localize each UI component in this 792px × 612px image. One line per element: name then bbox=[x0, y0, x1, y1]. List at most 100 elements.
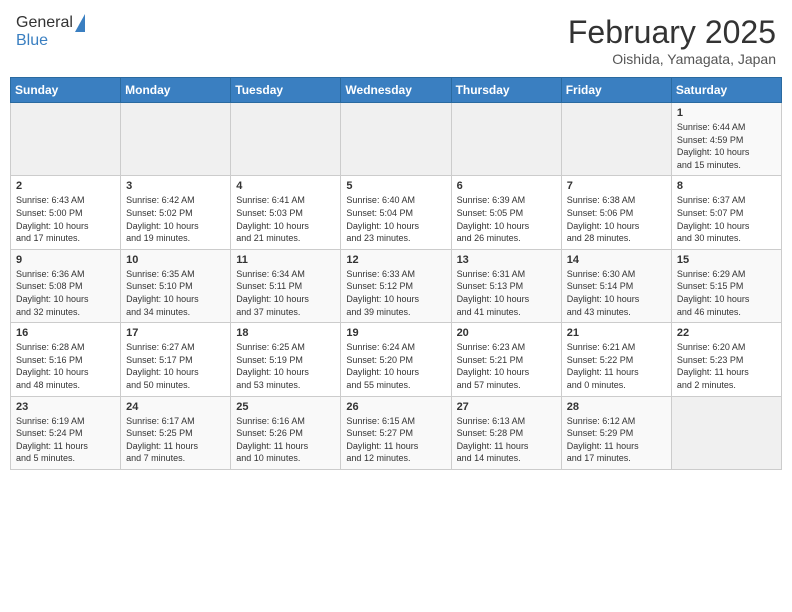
day-info: Sunrise: 6:41 AM Sunset: 5:03 PM Dayligh… bbox=[236, 194, 335, 244]
weekday-header-thursday: Thursday bbox=[451, 78, 561, 103]
day-info: Sunrise: 6:24 AM Sunset: 5:20 PM Dayligh… bbox=[346, 341, 445, 391]
day-number: 13 bbox=[457, 254, 556, 266]
day-info: Sunrise: 6:36 AM Sunset: 5:08 PM Dayligh… bbox=[16, 268, 115, 318]
calendar-cell: 28 Sunrise: 6:12 AM Sunset: 5:29 PM Dayli… bbox=[561, 396, 671, 469]
calendar-cell: 22Sunrise: 6:20 AM Sunset: 5:23 PM Dayli… bbox=[671, 323, 781, 396]
title-block: February 2025 Oishida, Yamagata, Japan bbox=[568, 14, 776, 67]
week-row-2: 2 Sunrise: 6:43 AM Sunset: 5:00 PM Daylig… bbox=[11, 176, 782, 249]
weekday-header-sunday: Sunday bbox=[11, 78, 121, 103]
calendar-cell: 11 Sunrise: 6:34 AM Sunset: 5:11 PM Dayli… bbox=[231, 249, 341, 322]
day-info: Sunrise: 6:37 AM Sunset: 5:07 PM Dayligh… bbox=[677, 194, 776, 244]
day-number: 15 bbox=[677, 254, 776, 266]
calendar-cell: 21 Sunrise: 6:21 AM Sunset: 5:22 PM Dayli… bbox=[561, 323, 671, 396]
day-info: Sunrise: 6:31 AM Sunset: 5:13 PM Dayligh… bbox=[457, 268, 556, 318]
day-number: 18 bbox=[236, 327, 335, 339]
calendar-cell: 26 Sunrise: 6:15 AM Sunset: 5:27 PM Dayli… bbox=[341, 396, 451, 469]
day-info: Sunrise: 6:19 AM Sunset: 5:24 PM Dayligh… bbox=[16, 415, 115, 465]
day-number: 9 bbox=[16, 254, 115, 266]
calendar-cell: 23 Sunrise: 6:19 AM Sunset: 5:24 PM Dayli… bbox=[11, 396, 121, 469]
calendar-cell bbox=[451, 103, 561, 176]
day-number: 4 bbox=[236, 180, 335, 192]
calendar-cell: 13 Sunrise: 6:31 AM Sunset: 5:13 PM Dayli… bbox=[451, 249, 561, 322]
calendar-cell: 16 Sunrise: 6:28 AM Sunset: 5:16 PM Dayli… bbox=[11, 323, 121, 396]
day-info: Sunrise: 6:34 AM Sunset: 5:11 PM Dayligh… bbox=[236, 268, 335, 318]
day-info: Sunrise: 6:38 AM Sunset: 5:06 PM Dayligh… bbox=[567, 194, 666, 244]
day-number: 3 bbox=[126, 180, 225, 192]
day-info: Sunrise: 6:33 AM Sunset: 5:12 PM Dayligh… bbox=[346, 268, 445, 318]
day-info: Sunrise: 6:25 AM Sunset: 5:19 PM Dayligh… bbox=[236, 341, 335, 391]
day-number: 22 bbox=[677, 327, 776, 339]
weekday-header-saturday: Saturday bbox=[671, 78, 781, 103]
weekday-header-friday: Friday bbox=[561, 78, 671, 103]
month-title: February 2025 bbox=[568, 14, 776, 51]
day-info: Sunrise: 6:21 AM Sunset: 5:22 PM Dayligh… bbox=[567, 341, 666, 391]
calendar-cell: 19 Sunrise: 6:24 AM Sunset: 5:20 PM Dayli… bbox=[341, 323, 451, 396]
day-info: Sunrise: 6:28 AM Sunset: 5:16 PM Dayligh… bbox=[16, 341, 115, 391]
calendar-cell: 25 Sunrise: 6:16 AM Sunset: 5:26 PM Dayli… bbox=[231, 396, 341, 469]
day-info: Sunrise: 6:13 AM Sunset: 5:28 PM Dayligh… bbox=[457, 415, 556, 465]
calendar-cell: 1Sunrise: 6:44 AM Sunset: 4:59 PM Daylig… bbox=[671, 103, 781, 176]
calendar-cell bbox=[671, 396, 781, 469]
day-number: 19 bbox=[346, 327, 445, 339]
day-info: Sunrise: 6:39 AM Sunset: 5:05 PM Dayligh… bbox=[457, 194, 556, 244]
day-number: 14 bbox=[567, 254, 666, 266]
day-number: 7 bbox=[567, 180, 666, 192]
day-info: Sunrise: 6:43 AM Sunset: 5:00 PM Dayligh… bbox=[16, 194, 115, 244]
day-number: 24 bbox=[126, 401, 225, 413]
logo-triangle-icon bbox=[75, 14, 85, 32]
calendar-cell: 10Sunrise: 6:35 AM Sunset: 5:10 PM Dayli… bbox=[121, 249, 231, 322]
page-header: General Blue February 2025 Oishida, Yama… bbox=[10, 10, 782, 71]
day-info: Sunrise: 6:23 AM Sunset: 5:21 PM Dayligh… bbox=[457, 341, 556, 391]
week-row-5: 23 Sunrise: 6:19 AM Sunset: 5:24 PM Dayli… bbox=[11, 396, 782, 469]
calendar-cell: 15 Sunrise: 6:29 AM Sunset: 5:15 PM Dayli… bbox=[671, 249, 781, 322]
calendar-table: SundayMondayTuesdayWednesdayThursdayFrid… bbox=[10, 77, 782, 470]
day-number: 27 bbox=[457, 401, 556, 413]
day-info: Sunrise: 6:27 AM Sunset: 5:17 PM Dayligh… bbox=[126, 341, 225, 391]
logo: General Blue bbox=[16, 14, 85, 50]
day-info: Sunrise: 6:16 AM Sunset: 5:26 PM Dayligh… bbox=[236, 415, 335, 465]
calendar-cell bbox=[341, 103, 451, 176]
day-info: Sunrise: 6:15 AM Sunset: 5:27 PM Dayligh… bbox=[346, 415, 445, 465]
day-number: 12 bbox=[346, 254, 445, 266]
weekday-header-row: SundayMondayTuesdayWednesdayThursdayFrid… bbox=[11, 78, 782, 103]
calendar-cell: 9 Sunrise: 6:36 AM Sunset: 5:08 PM Daylig… bbox=[11, 249, 121, 322]
day-number: 11 bbox=[236, 254, 335, 266]
day-number: 25 bbox=[236, 401, 335, 413]
day-number: 8 bbox=[677, 180, 776, 192]
weekday-header-monday: Monday bbox=[121, 78, 231, 103]
day-info: Sunrise: 6:42 AM Sunset: 5:02 PM Dayligh… bbox=[126, 194, 225, 244]
calendar-cell: 12 Sunrise: 6:33 AM Sunset: 5:12 PM Dayli… bbox=[341, 249, 451, 322]
weekday-header-wednesday: Wednesday bbox=[341, 78, 451, 103]
calendar-cell: 5 Sunrise: 6:40 AM Sunset: 5:04 PM Daylig… bbox=[341, 176, 451, 249]
calendar-cell bbox=[231, 103, 341, 176]
day-info: Sunrise: 6:40 AM Sunset: 5:04 PM Dayligh… bbox=[346, 194, 445, 244]
calendar-cell: 27 Sunrise: 6:13 AM Sunset: 5:28 PM Dayli… bbox=[451, 396, 561, 469]
day-info: Sunrise: 6:35 AM Sunset: 5:10 PM Dayligh… bbox=[126, 268, 225, 318]
week-row-1: 1Sunrise: 6:44 AM Sunset: 4:59 PM Daylig… bbox=[11, 103, 782, 176]
day-number: 28 bbox=[567, 401, 666, 413]
logo-general-text: General bbox=[16, 14, 73, 32]
calendar-cell bbox=[561, 103, 671, 176]
calendar-cell: 18 Sunrise: 6:25 AM Sunset: 5:19 PM Dayli… bbox=[231, 323, 341, 396]
day-info: Sunrise: 6:17 AM Sunset: 5:25 PM Dayligh… bbox=[126, 415, 225, 465]
calendar-cell: 6 Sunrise: 6:39 AM Sunset: 5:05 PM Daylig… bbox=[451, 176, 561, 249]
day-number: 26 bbox=[346, 401, 445, 413]
location-title: Oishida, Yamagata, Japan bbox=[568, 51, 776, 67]
calendar-cell: 7 Sunrise: 6:38 AM Sunset: 5:06 PM Daylig… bbox=[561, 176, 671, 249]
calendar-cell bbox=[121, 103, 231, 176]
day-number: 20 bbox=[457, 327, 556, 339]
day-number: 21 bbox=[567, 327, 666, 339]
day-number: 16 bbox=[16, 327, 115, 339]
calendar-cell: 24 Sunrise: 6:17 AM Sunset: 5:25 PM Dayli… bbox=[121, 396, 231, 469]
day-info: Sunrise: 6:12 AM Sunset: 5:29 PM Dayligh… bbox=[567, 415, 666, 465]
weekday-header-tuesday: Tuesday bbox=[231, 78, 341, 103]
day-number: 6 bbox=[457, 180, 556, 192]
day-number: 23 bbox=[16, 401, 115, 413]
day-number: 5 bbox=[346, 180, 445, 192]
day-info: Sunrise: 6:29 AM Sunset: 5:15 PM Dayligh… bbox=[677, 268, 776, 318]
calendar-cell bbox=[11, 103, 121, 176]
day-number: 2 bbox=[16, 180, 115, 192]
week-row-4: 16 Sunrise: 6:28 AM Sunset: 5:16 PM Dayli… bbox=[11, 323, 782, 396]
day-info: Sunrise: 6:30 AM Sunset: 5:14 PM Dayligh… bbox=[567, 268, 666, 318]
calendar-cell: 14 Sunrise: 6:30 AM Sunset: 5:14 PM Dayli… bbox=[561, 249, 671, 322]
